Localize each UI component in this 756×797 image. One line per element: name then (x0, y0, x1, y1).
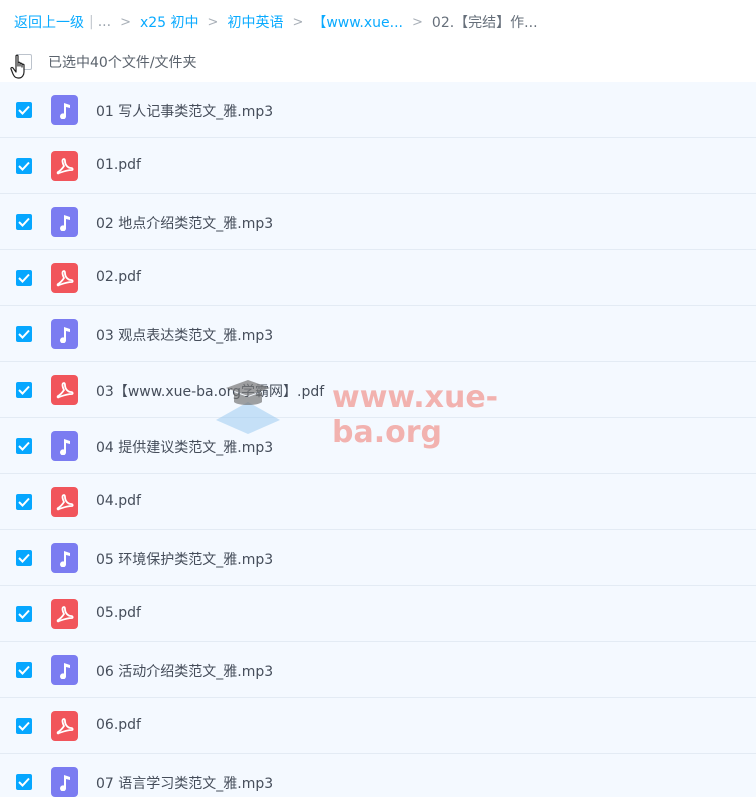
file-name[interactable]: 04 提供建议类范文_雅.mp3 (96, 437, 273, 457)
music-note-icon (51, 319, 78, 349)
row-checkbox[interactable] (16, 382, 32, 398)
selection-count: 已选中40个文件/文件夹 (48, 55, 197, 71)
check-icon (18, 497, 30, 507)
row-checkbox[interactable] (16, 662, 32, 678)
breadcrumb-item[interactable]: 【www.xue... (312, 12, 403, 32)
breadcrumb-separator: > (120, 14, 131, 30)
check-icon (18, 777, 30, 787)
file-row[interactable]: 02 地点介绍类范文_雅.mp3 (0, 194, 756, 250)
row-checkbox[interactable] (16, 606, 32, 622)
row-checkbox[interactable] (16, 102, 32, 118)
file-name[interactable]: 04.pdf (96, 493, 141, 509)
breadcrumb-separator: > (292, 14, 304, 30)
pdf-icon (51, 711, 78, 741)
file-name[interactable]: 06.pdf (96, 717, 141, 733)
breadcrumb-separator: > (412, 14, 423, 30)
pdf-icon (51, 151, 78, 181)
row-checkbox[interactable] (16, 158, 32, 174)
check-icon (18, 329, 30, 339)
check-icon (18, 273, 30, 283)
file-row[interactable]: 02.pdf (0, 250, 756, 306)
music-note-icon (51, 767, 78, 797)
row-checkbox[interactable] (16, 494, 32, 510)
file-name[interactable]: 02.pdf (96, 269, 141, 285)
selection-bar: 已选中40个文件/文件夹 (0, 44, 756, 80)
file-row[interactable]: 04.pdf (0, 474, 756, 530)
file-list: 01 写人记事类范文_雅.mp3 01.pdf 02 地点介绍类范文_雅.mp3 02… (0, 82, 756, 797)
check-icon (18, 217, 30, 227)
pdf-icon (51, 263, 78, 293)
file-name[interactable]: 01 写人记事类范文_雅.mp3 (96, 101, 273, 121)
row-checkbox[interactable] (16, 214, 32, 230)
file-row[interactable]: 06.pdf (0, 698, 756, 754)
file-name[interactable]: 03【www.xue-ba.org学霸网】.pdf (96, 381, 324, 401)
check-icon (18, 105, 30, 115)
row-checkbox[interactable] (16, 718, 32, 734)
music-note-icon (51, 543, 78, 573)
row-checkbox[interactable] (16, 438, 32, 454)
file-row[interactable]: 04 提供建议类范文_雅.mp3 (0, 418, 756, 474)
file-name[interactable]: 02 地点介绍类范文_雅.mp3 (96, 213, 273, 233)
check-icon (18, 161, 30, 171)
check-icon (18, 721, 30, 731)
breadcrumb-item[interactable]: x25 初中 (140, 12, 199, 32)
file-row[interactable]: 01.pdf (0, 138, 756, 194)
music-note-icon (51, 95, 78, 125)
file-name[interactable]: 05 环境保护类范文_雅.mp3 (96, 549, 273, 569)
check-icon (18, 385, 30, 395)
file-row[interactable]: 05.pdf (0, 586, 756, 642)
breadcrumb: 返回上一级 | ... > x25 初中 > 初中英语 > 【www.xue..… (14, 11, 538, 33)
row-checkbox[interactable] (16, 774, 32, 790)
row-checkbox[interactable] (16, 326, 32, 342)
file-row[interactable]: 03【www.xue-ba.org学霸网】.pdf (0, 362, 756, 418)
file-name[interactable]: 03 观点表达类范文_雅.mp3 (96, 325, 273, 345)
breadcrumb-divider: | (89, 14, 94, 30)
breadcrumb-separator: > (207, 14, 219, 30)
pdf-icon (51, 487, 78, 517)
row-checkbox[interactable] (16, 550, 32, 566)
file-name[interactable]: 05.pdf (96, 605, 141, 621)
music-note-icon (51, 431, 78, 461)
music-note-icon (51, 655, 78, 685)
breadcrumb-ellipsis[interactable]: ... (98, 14, 111, 30)
row-checkbox[interactable] (16, 270, 32, 286)
file-name[interactable]: 01.pdf (96, 157, 141, 173)
hand-cursor-icon (10, 54, 25, 79)
back-link[interactable]: 返回上一级 (14, 12, 84, 32)
file-row[interactable]: 05 环境保护类范文_雅.mp3 (0, 530, 756, 586)
file-row[interactable]: 07 语言学习类范文_雅.mp3 (0, 754, 756, 797)
file-row[interactable]: 01 写人记事类范文_雅.mp3 (0, 82, 756, 138)
file-name[interactable]: 06 活动介绍类范文_雅.mp3 (96, 661, 273, 681)
pdf-icon (51, 375, 78, 405)
check-icon (18, 665, 30, 675)
file-row[interactable]: 06 活动介绍类范文_雅.mp3 (0, 642, 756, 698)
breadcrumb-current: 02.【完结】作... (431, 15, 538, 31)
check-icon (18, 609, 30, 619)
breadcrumb-item[interactable]: 初中英语 (227, 12, 283, 32)
music-note-icon (51, 207, 78, 237)
file-name[interactable]: 07 语言学习类范文_雅.mp3 (96, 773, 273, 793)
check-icon (18, 553, 30, 563)
check-icon (18, 441, 30, 451)
file-row[interactable]: 03 观点表达类范文_雅.mp3 (0, 306, 756, 362)
pdf-icon (51, 599, 78, 629)
